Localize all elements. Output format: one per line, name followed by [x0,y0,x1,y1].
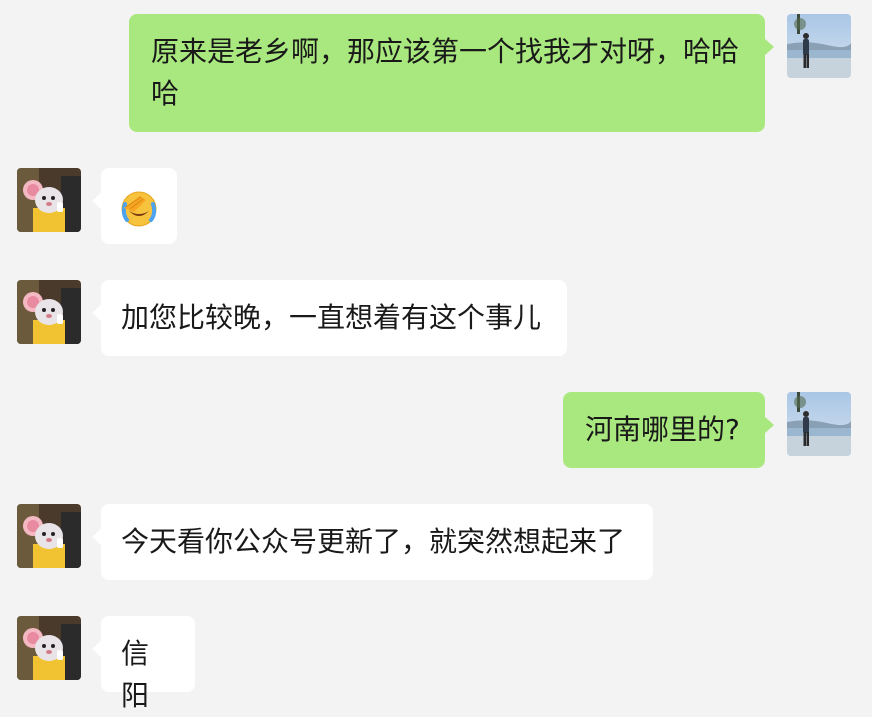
message-bubble-received[interactable]: 加您比较晚，一直想着有这个事儿 [92,280,567,356]
message-row-sent: 河南哪里的? [0,392,872,468]
message-text: 河南哪里的? [585,413,740,446]
message-text: 原来是老乡啊，那应该第一个找我才对呀，哈哈哈 [151,35,740,110]
mouse-mascot-avatar-icon [17,616,81,680]
message-row-received [0,168,872,244]
message-bubble-sent[interactable]: 河南哪里的? [563,392,774,468]
mouse-mascot-avatar-icon [17,504,81,568]
mouse-mascot-avatar-icon [17,280,81,344]
contact-avatar[interactable] [17,504,81,568]
contact-avatar[interactable] [17,616,81,680]
contact-avatar[interactable] [17,168,81,232]
message-row-sent: 原来是老乡啊，那应该第一个找我才对呀，哈哈哈 [0,14,872,132]
message-bubble-sent[interactable]: 原来是老乡啊，那应该第一个找我才对呀，哈哈哈 [129,14,774,132]
message-row-received: 加您比较晚，一直想着有这个事儿 [0,280,872,356]
message-row-received: 信阳 [0,616,872,712]
mouse-mascot-avatar-icon [17,168,81,232]
person-lake-avatar-icon [787,392,851,456]
message-bubble-received[interactable]: 今天看你公众号更新了，就突然想起来了 [92,504,653,580]
face-palm-laughing-emoji-icon [120,190,158,228]
message-bubble-received[interactable]: 信阳 [92,616,195,712]
message-text: 今天看你公众号更新了，就突然想起来了 [121,525,626,558]
message-bubble-received[interactable] [92,168,177,244]
message-text: 加您比较晚，一直想着有这个事儿 [121,301,542,334]
message-row-received: 今天看你公众号更新了，就突然想起来了 [0,504,872,580]
person-lake-avatar-icon [787,14,851,78]
message-text: 信阳 [121,637,150,712]
my-avatar[interactable] [787,392,851,456]
my-avatar[interactable] [787,14,851,78]
contact-avatar[interactable] [17,280,81,344]
